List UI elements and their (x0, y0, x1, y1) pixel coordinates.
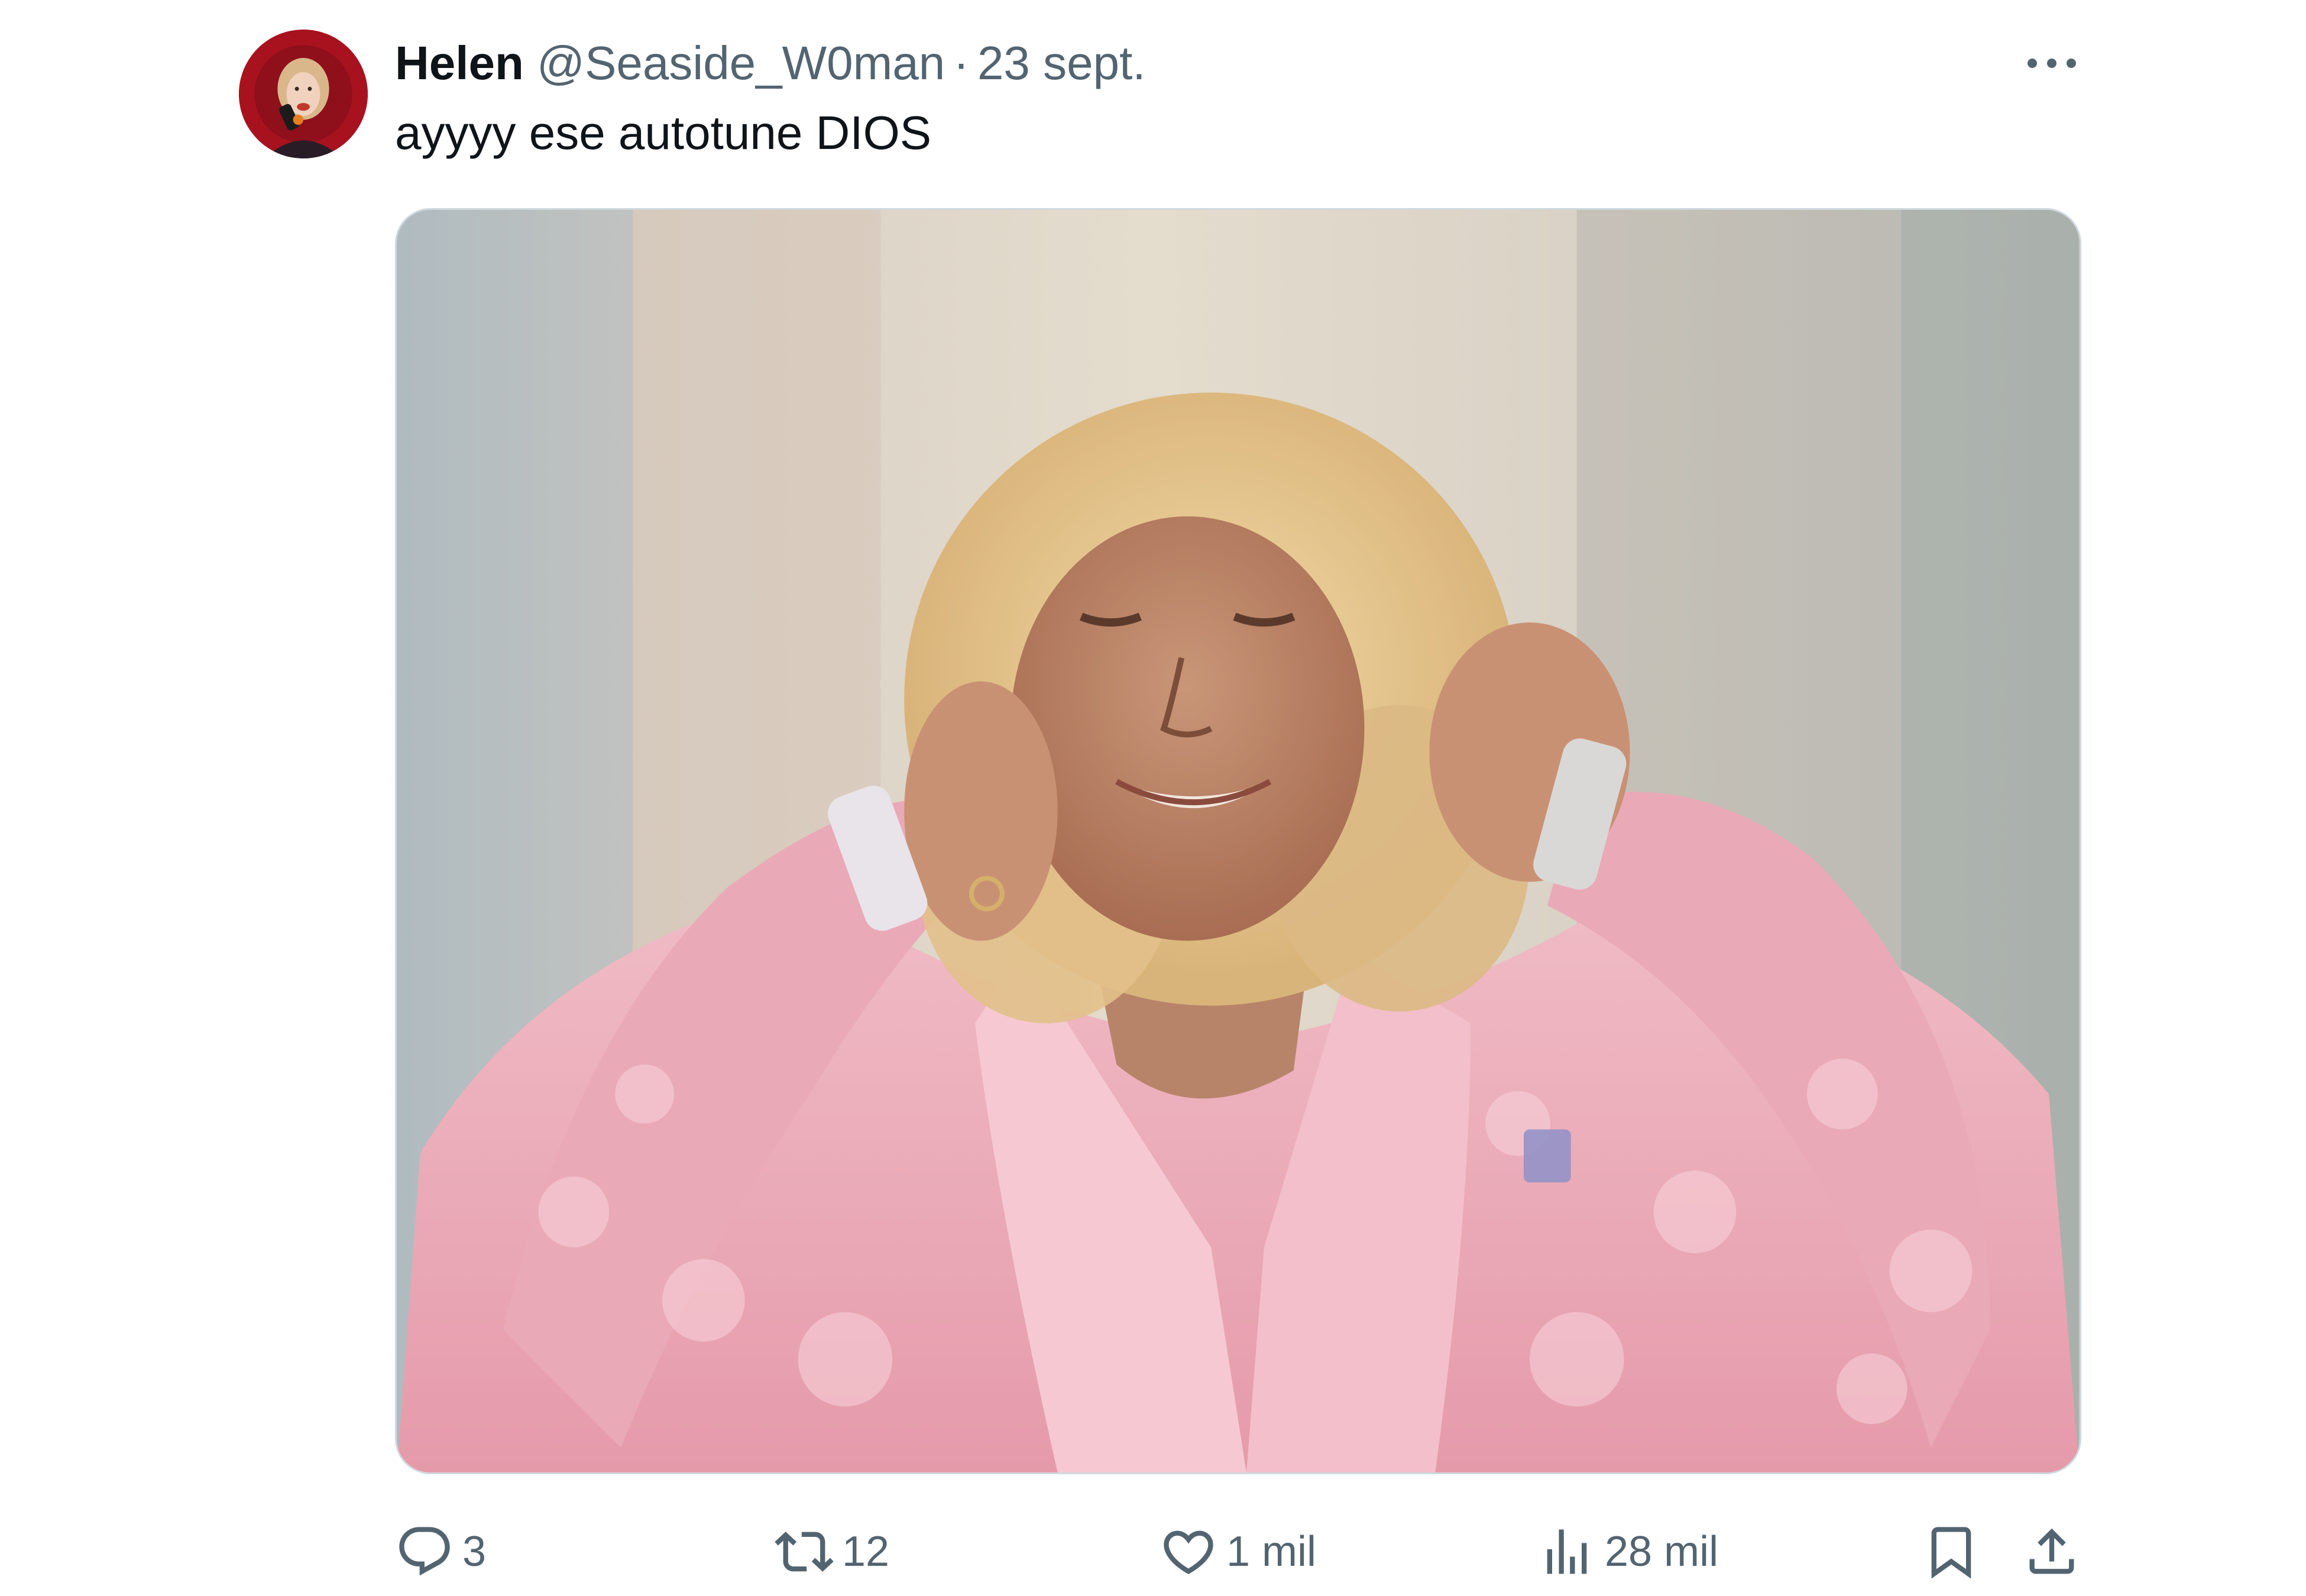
share-icon (2029, 1528, 2074, 1574)
more-horizontal-icon (2028, 59, 2076, 68)
reply-icon (399, 1527, 450, 1576)
tweet-actions: 3 12 1 mil 28 mil (0, 1513, 2306, 1590)
avatar-image (239, 30, 368, 158)
author-display-name[interactable]: Helen (395, 31, 524, 96)
bookmark-button[interactable] (1922, 1513, 1981, 1590)
reply-button[interactable]: 3 (395, 1513, 486, 1590)
tweet[interactable]: Helen @Seaside_W0man · 23 sept. ayyyy es… (0, 0, 2306, 1596)
views-count: 28 mil (1605, 1528, 1719, 1575)
header-separator: · (953, 37, 969, 89)
retweet-icon (775, 1532, 834, 1572)
heart-icon (1164, 1530, 1213, 1575)
retweet-count: 12 (842, 1528, 890, 1575)
share-button[interactable] (2022, 1513, 2081, 1590)
tweet-text: ayyyy ese autotune DIOS (395, 106, 932, 159)
like-button[interactable]: 1 mil (1159, 1513, 1316, 1590)
media-image (397, 210, 2080, 1472)
bookmark-icon (1931, 1527, 1971, 1579)
more-options-button[interactable] (2022, 37, 2081, 90)
tweet-header: Helen @Seaside_W0man · 23 sept. (395, 31, 1146, 96)
tweet-date[interactable]: 23 sept. (977, 31, 1146, 96)
retweet-button[interactable]: 12 (775, 1513, 889, 1590)
author-avatar[interactable] (239, 30, 368, 158)
tweet-media-photo[interactable] (395, 208, 2081, 1474)
views-button[interactable]: 28 mil (1537, 1513, 1718, 1590)
author-handle[interactable]: @Seaside_W0man (537, 31, 945, 96)
analytics-icon (1547, 1529, 1587, 1574)
like-count: 1 mil (1226, 1528, 1317, 1575)
reply-count: 3 (462, 1528, 487, 1575)
